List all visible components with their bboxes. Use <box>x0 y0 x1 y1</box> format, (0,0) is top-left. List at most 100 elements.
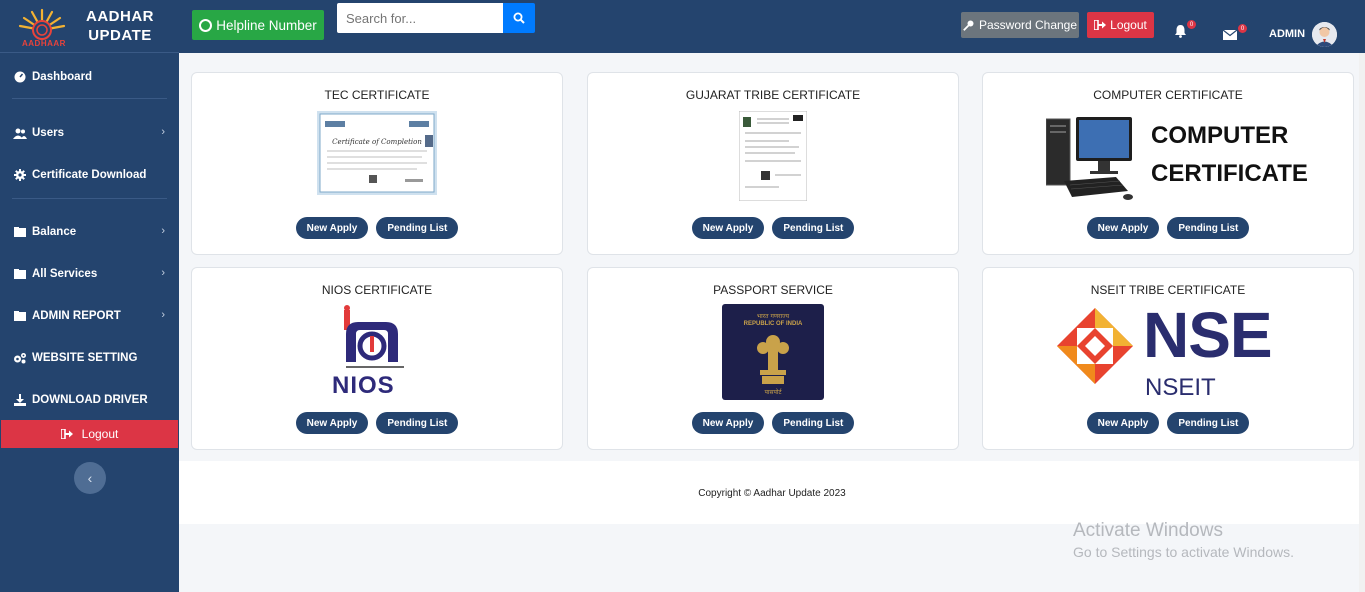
admin-name[interactable]: ADMIN <box>1269 28 1305 40</box>
key-icon <box>963 20 974 31</box>
sidebar-item-balance[interactable]: Balance › <box>0 211 179 253</box>
card-gujarat-tribe-certificate: GUJARAT TRIBE CERTIFICATE New Apply Pend… <box>587 72 959 255</box>
new-apply-button[interactable]: New Apply <box>1086 217 1160 239</box>
message-badge: 0 <box>1238 24 1247 33</box>
sidebar-item-website-setting[interactable]: WEBSITE SETTING <box>0 337 179 379</box>
logout-label: Logout <box>1110 18 1147 32</box>
pending-list-button[interactable]: Pending List <box>772 217 855 239</box>
sidebar-item-users[interactable]: Users › <box>0 112 179 154</box>
chevron-left-icon: ‹ <box>87 470 93 486</box>
sidebar-item-admin-report[interactable]: ADMIN REPORT › <box>0 295 179 337</box>
passport-image: भारत गणराज्य REPUBLIC OF INDIA पासपोर्ट <box>722 304 824 400</box>
activate-windows-subtitle: Go to Settings to activate Windows. <box>1073 544 1294 560</box>
card-title: TEC CERTIFICATE <box>324 88 430 102</box>
sidebar: AADHAAR AADHAR UPDATE Dashboard Users › … <box>0 0 179 592</box>
folder-icon <box>13 268 27 280</box>
nseit-text: NSEIT <box>1145 374 1216 401</box>
chevron-right-icon: › <box>161 309 165 321</box>
helpline-button[interactable]: Helpline Number <box>192 10 324 40</box>
new-apply-button[interactable]: New Apply <box>691 412 765 434</box>
users-icon <box>13 127 27 139</box>
search-button[interactable] <box>503 3 535 33</box>
sidebar-item-certificate-download[interactable]: Certificate Download <box>0 154 179 196</box>
password-change-label: Password Change <box>978 18 1078 32</box>
sidebar-item-label: All Services <box>32 268 98 280</box>
chevron-right-icon: › <box>161 126 165 138</box>
topbar: Helpline Number Password Change Logout 0… <box>179 0 1365 53</box>
aadhaar-logo-icon: AADHAAR <box>12 4 72 48</box>
new-apply-button[interactable]: New Apply <box>691 217 765 239</box>
brand[interactable]: AADHAAR AADHAR UPDATE <box>0 0 179 53</box>
pending-list-button[interactable]: Pending List <box>376 217 459 239</box>
avatar[interactable] <box>1312 22 1337 47</box>
pending-list-button[interactable]: Pending List <box>1167 412 1250 434</box>
service-cards-grid: TEC CERTIFICATE Certificate of Completio… <box>179 53 1365 461</box>
search-icon <box>513 12 525 24</box>
passport-text-bottom: पासपोर्ट <box>764 389 782 396</box>
chevron-right-icon: › <box>161 225 165 237</box>
sidebar-toggle-button[interactable]: ‹ <box>74 462 106 494</box>
gujarat-tribe-certificate-image <box>738 110 808 202</box>
brand-title-line1: AADHAR <box>86 8 154 25</box>
scrollbar[interactable] <box>1359 53 1365 592</box>
footer: Copyright © Aadhar Update 2023 <box>179 461 1365 524</box>
sidebar-logout-button[interactable]: Logout <box>1 420 178 448</box>
password-change-button[interactable]: Password Change <box>961 12 1079 38</box>
new-apply-button[interactable]: New Apply <box>295 412 369 434</box>
sidebar-item-download-driver[interactable]: DOWNLOAD DRIVER <box>0 379 179 421</box>
card-actions: New Apply Pending List <box>983 217 1353 239</box>
card-title: NIOS CERTIFICATE <box>321 283 433 297</box>
sidebar-item-label: Dashboard <box>32 71 93 83</box>
folder-icon <box>13 226 27 238</box>
search-input[interactable] <box>337 3 503 33</box>
card-title: GUJARAT TRIBE CERTIFICATE <box>685 88 861 102</box>
nseit-logo-image: NSE NSEIT <box>1055 300 1281 402</box>
computer-certificate-image-line2: CERTIFICATE <box>1151 160 1308 187</box>
envelope-icon <box>1223 30 1237 40</box>
notification-badge: 0 <box>1187 20 1196 29</box>
tec-certificate-image: Certificate of Completion <box>317 111 437 195</box>
card-actions: New Apply Pending List <box>983 412 1353 434</box>
sidebar-logout-label: Logout <box>81 427 119 441</box>
folder-icon <box>13 310 27 322</box>
aadhaar-logo-text: AADHAAR <box>22 39 66 48</box>
new-apply-button[interactable]: New Apply <box>1086 412 1160 434</box>
computer-certificate-image-line1: COMPUTER <box>1151 122 1289 149</box>
card-title: COMPUTER CERTIFICATE <box>1093 88 1243 102</box>
computer-certificate-image: COMPUTER CERTIFICATE <box>1046 111 1308 203</box>
chevron-right-icon: › <box>161 267 165 279</box>
card-passport-service: PASSPORT SERVICE भारत गणराज्य REPUBLIC O… <box>587 267 959 450</box>
messages-button[interactable]: 0 <box>1223 24 1247 41</box>
sidebar-item-label: Certificate Download <box>32 169 147 181</box>
logout-button[interactable]: Logout <box>1087 12 1154 38</box>
pending-list-button[interactable]: Pending List <box>376 412 459 434</box>
card-computer-certificate: COMPUTER CERTIFICATE COMPUTER CERTIFICAT… <box>982 72 1354 255</box>
copyright-text: Copyright © Aadhar Update 2023 <box>698 488 846 499</box>
sidebar-item-all-services[interactable]: All Services › <box>0 253 179 295</box>
nios-logo-text: NIOS <box>332 372 395 399</box>
card-actions: New Apply Pending List <box>588 217 958 239</box>
cog-icon <box>13 169 27 181</box>
card-nseit-tribe-certificate: NSEIT TRIBE CERTIFICATE NSE NSEIT New Ap… <box>982 267 1354 450</box>
brand-title: AADHAR UPDATE <box>86 7 154 45</box>
card-tec-certificate: TEC CERTIFICATE Certificate of Completio… <box>191 72 563 255</box>
new-apply-button[interactable]: New Apply <box>295 217 369 239</box>
sign-out-icon <box>1094 20 1107 30</box>
sidebar-item-dashboard[interactable]: Dashboard <box>0 56 179 98</box>
sidebar-item-label: ADMIN REPORT <box>32 310 121 322</box>
pending-list-button[interactable]: Pending List <box>1167 217 1250 239</box>
notifications-button[interactable]: 0 <box>1174 20 1196 38</box>
nse-text: NSE <box>1143 299 1273 371</box>
card-title: PASSPORT SERVICE <box>713 283 833 297</box>
cogs-icon <box>13 352 27 364</box>
windows-activation-watermark: Activate Windows Go to Settings to activ… <box>1073 520 1294 560</box>
card-actions: New Apply Pending List <box>588 412 958 434</box>
helpline-label: Helpline Number <box>216 17 317 33</box>
passport-text-hindi: भारत गणराज्य <box>756 313 790 320</box>
pending-list-button[interactable]: Pending List <box>772 412 855 434</box>
nios-logo-image: NIOS <box>332 304 422 400</box>
bell-icon <box>1174 24 1187 38</box>
sidebar-item-label: Users <box>32 127 64 139</box>
card-actions: New Apply Pending List <box>192 217 562 239</box>
card-title: NSEIT TRIBE CERTIFICATE <box>1090 283 1246 297</box>
